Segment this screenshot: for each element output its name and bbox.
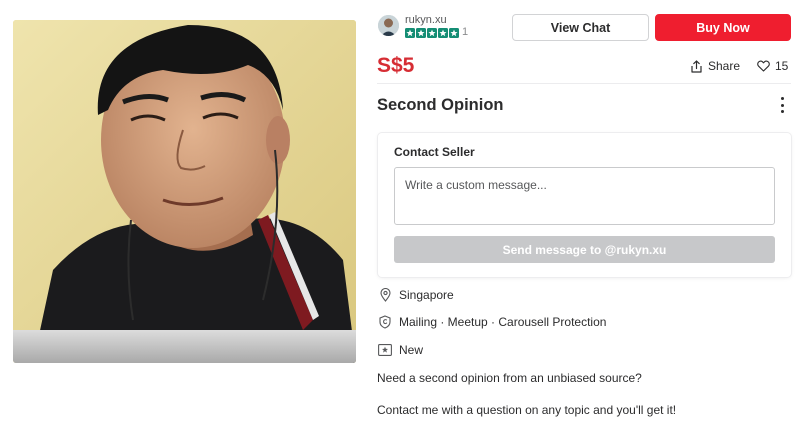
seller-username[interactable]: rukyn.xu (405, 14, 468, 26)
review-count: 1 (462, 26, 469, 38)
description-line: Need a second opinion from an unbiased s… (377, 371, 642, 385)
new-badge-icon (378, 343, 392, 357)
listing-price: S$5 (377, 54, 415, 77)
view-chat-button[interactable]: View Chat (512, 14, 649, 41)
like-count: 15 (775, 59, 789, 73)
more-dot (780, 97, 784, 100)
description-line: Contact me with a question on any topic … (377, 403, 677, 417)
condition-row: New (378, 343, 423, 357)
seller-avatar[interactable] (378, 15, 399, 36)
deal-methods-text: Mailing · Meetup · Carousell Protection (399, 315, 607, 329)
more-dot (780, 103, 784, 107)
contact-seller-card: Contact Seller Send message to @rukyn.xu (378, 133, 791, 277)
like-button[interactable]: 15 (757, 59, 788, 73)
seller-info[interactable]: rukyn.xu 1 (378, 14, 468, 38)
heart-icon (757, 60, 770, 72)
star-icon (449, 27, 459, 38)
share-icon (691, 59, 702, 73)
location-pin-icon (378, 288, 392, 302)
message-input[interactable] (394, 167, 775, 225)
listing-photo[interactable] (13, 20, 356, 363)
star-icon (416, 27, 426, 38)
shield-icon (378, 315, 392, 329)
deal-methods-row: Mailing · Meetup · Carousell Protection (378, 315, 606, 329)
share-label: Share (708, 59, 741, 73)
listing-title: Second Opinion (377, 96, 504, 114)
divider (377, 83, 791, 84)
more-dot (780, 110, 784, 113)
buy-now-button[interactable]: Buy Now (655, 14, 791, 41)
contact-seller-heading: Contact Seller (394, 145, 475, 159)
star-icon (405, 27, 415, 38)
listing-photo-image (13, 20, 356, 363)
star-icon (438, 27, 448, 38)
location-row: Singapore (378, 288, 454, 302)
seller-rating[interactable]: 1 (405, 27, 468, 38)
share-button[interactable]: Share (690, 59, 740, 73)
location-text: Singapore (399, 288, 454, 302)
send-message-button[interactable]: Send message to @rukyn.xu (394, 236, 775, 263)
more-vertical-icon[interactable] (776, 96, 788, 114)
star-icon (427, 27, 437, 38)
condition-text: New (399, 343, 424, 357)
